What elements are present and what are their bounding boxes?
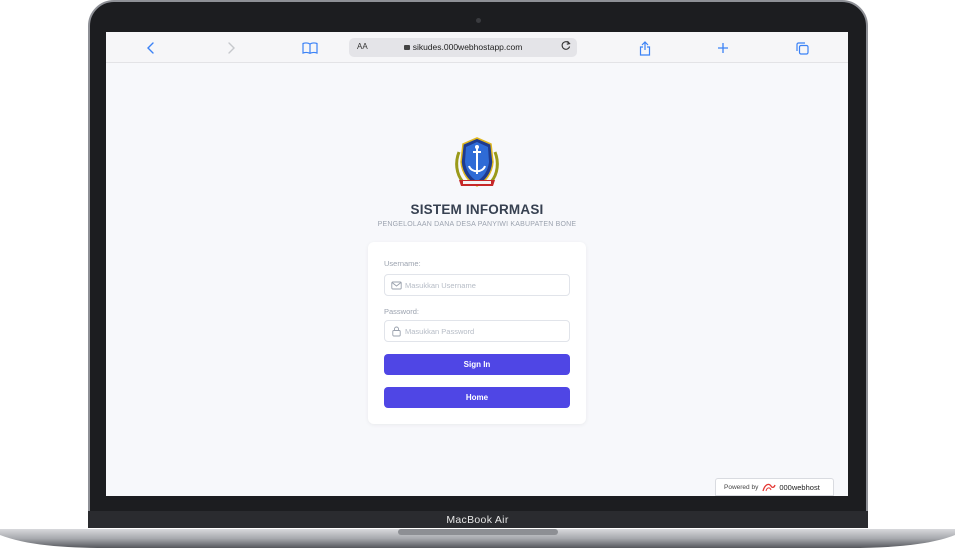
chevron-right-icon[interactable]	[221, 38, 241, 58]
tabs-icon[interactable]	[792, 38, 812, 58]
username-input[interactable]	[405, 275, 565, 295]
home-button[interactable]: Home	[384, 387, 570, 408]
reload-icon[interactable]	[561, 40, 571, 54]
powered-by-text: Powered by	[724, 483, 759, 491]
browser-screen: AA sikudes.000webhostapp.com SISTEM INFO…	[106, 32, 848, 496]
kabupaten-bone-emblem-icon	[453, 136, 501, 192]
powered-by-badge[interactable]: Powered by 000webhost	[715, 478, 834, 496]
lock-icon	[392, 326, 401, 337]
000webhost-logo-icon	[762, 483, 776, 492]
laptop-base	[0, 529, 955, 548]
page-subtitle: PENGELOLAAN DANA DESA PANYIWI KABUPATEN …	[377, 221, 577, 228]
device-model-label: MacBook Air	[446, 514, 509, 526]
username-label: Username:	[384, 259, 421, 268]
lock-icon	[403, 45, 410, 50]
mail-icon	[391, 281, 402, 290]
login-card: Username: Password: Sign In Home	[368, 242, 586, 424]
screen-bottom-bezel	[90, 496, 866, 512]
password-field[interactable]	[384, 320, 570, 342]
camera-dot	[476, 18, 481, 23]
plus-icon[interactable]	[713, 38, 733, 58]
password-label: Password:	[384, 307, 420, 316]
share-icon[interactable]	[635, 38, 655, 58]
powered-by-brand: 000webhost	[779, 482, 820, 492]
password-input[interactable]	[405, 321, 565, 341]
url-text: sikudes.000webhostapp.com	[349, 42, 577, 52]
sign-in-button[interactable]: Sign In	[384, 354, 570, 375]
page-title: SISTEM INFORMASI	[410, 202, 544, 217]
chevron-left-icon[interactable]	[141, 38, 161, 58]
url-value: sikudes.000webhostapp.com	[412, 42, 523, 52]
username-field[interactable]	[384, 274, 570, 296]
browser-toolbar: AA sikudes.000webhostapp.com	[106, 32, 848, 63]
address-bar[interactable]: AA sikudes.000webhostapp.com	[349, 38, 577, 57]
book-icon[interactable]	[300, 38, 320, 58]
